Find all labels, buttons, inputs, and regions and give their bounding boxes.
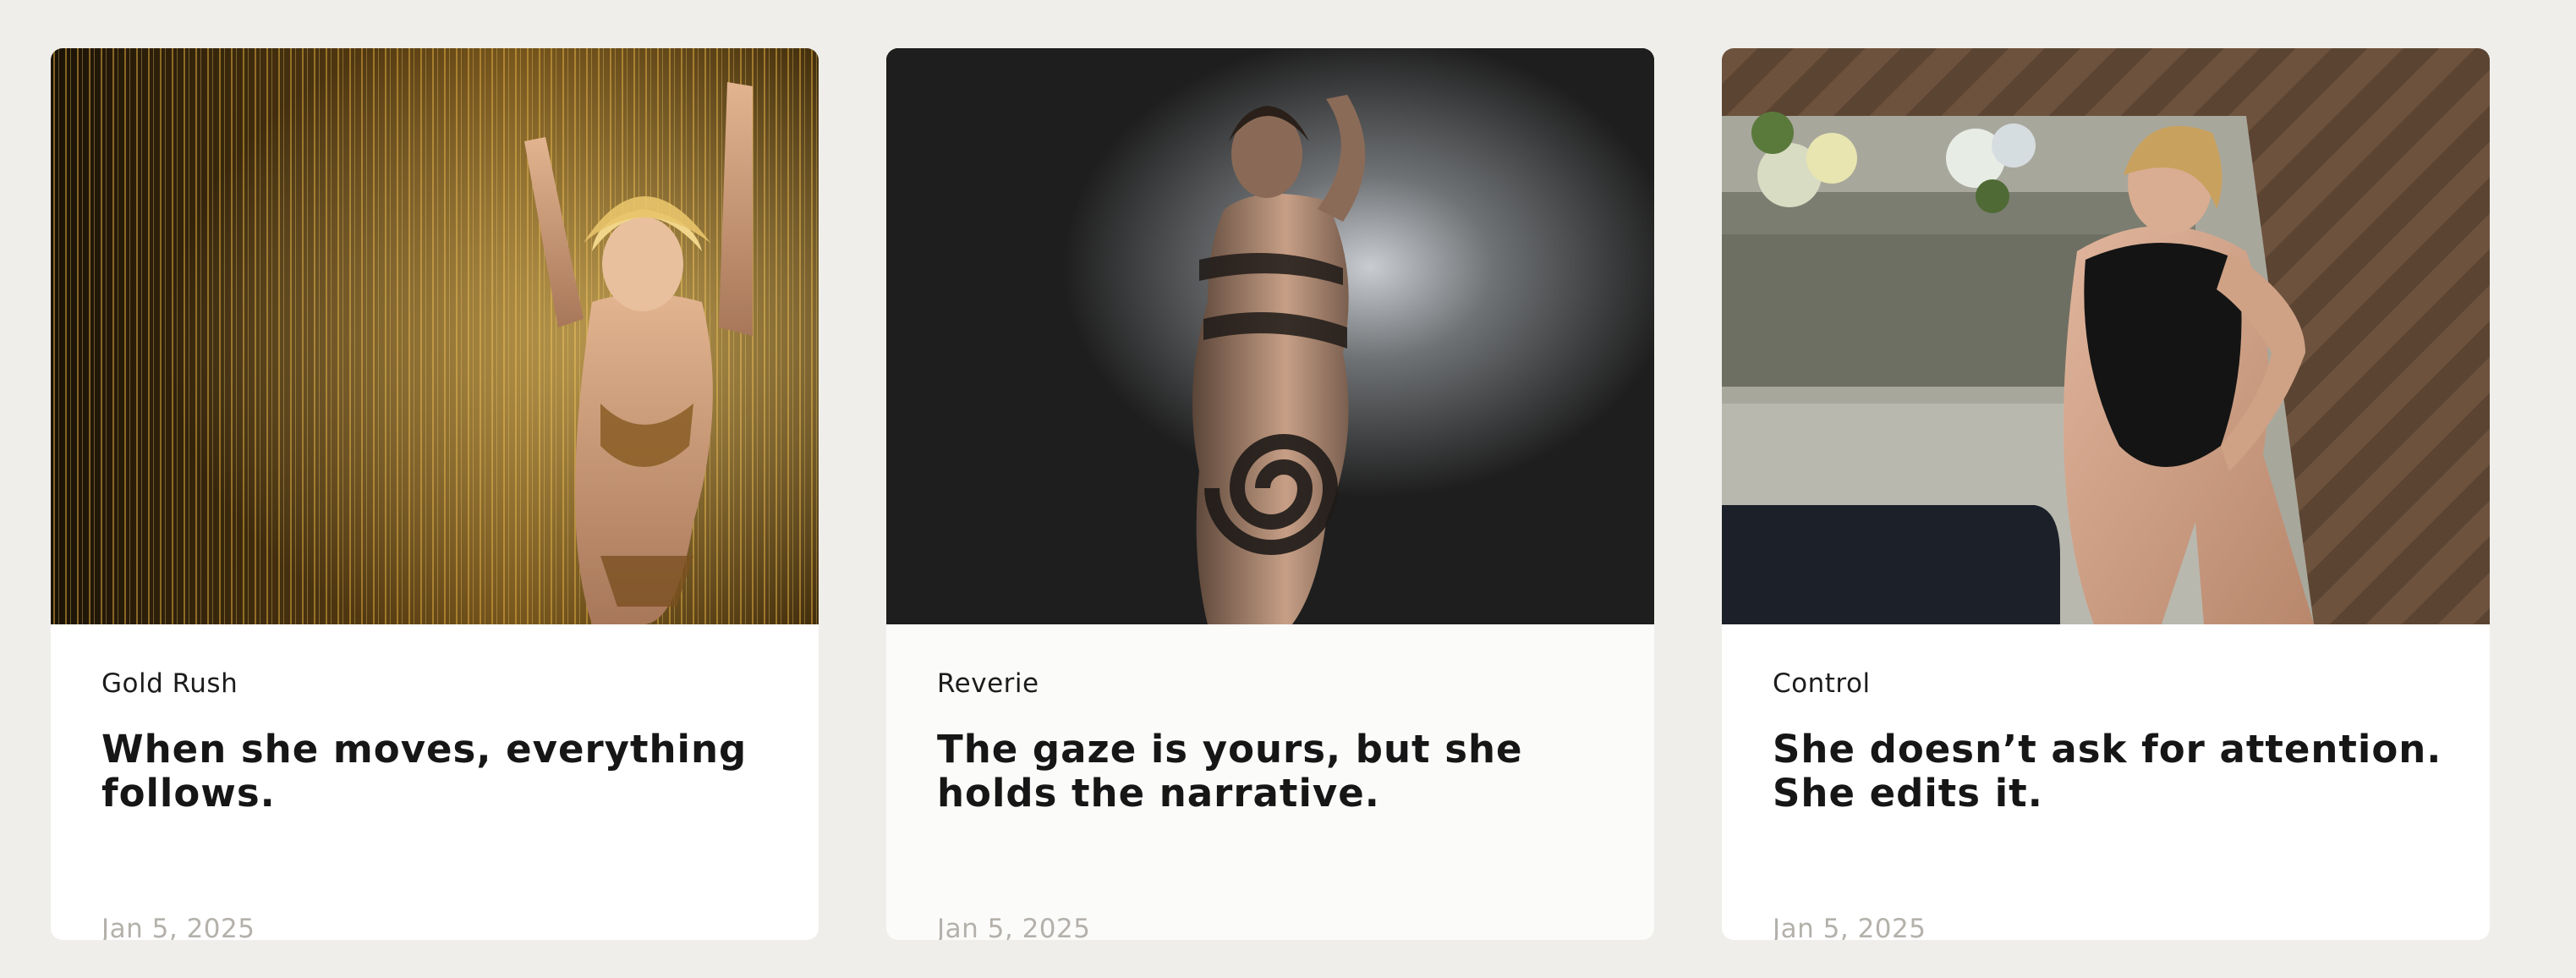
post-date: Jan 5, 2025: [937, 914, 1091, 940]
post-category: Reverie: [937, 668, 1039, 699]
post-date: Jan 5, 2025: [101, 914, 255, 940]
photo-gold-curtain-icon: [51, 48, 819, 624]
post-image-gold-rush[interactable]: [51, 48, 819, 624]
post-category: Gold Rush: [101, 668, 238, 699]
post-date: Jan 5, 2025: [1773, 914, 1927, 940]
post-headline[interactable]: She doesn’t ask for attention. She edits…: [1773, 728, 2449, 816]
post-card-gold-rush[interactable]: Gold Rush When she moves, everything fol…: [51, 48, 819, 940]
post-card-reverie[interactable]: Reverie The gaze is yours, but she holds…: [886, 48, 1654, 940]
post-headline[interactable]: When she moves, everything follows.: [101, 728, 778, 816]
photo-black-bodysuit-icon: [1722, 48, 2490, 624]
post-image-control[interactable]: [1722, 48, 2490, 624]
post-card-control[interactable]: Control She doesn’t ask for attention. S…: [1722, 48, 2490, 940]
photo-shadow-spiral-icon: [886, 48, 1654, 624]
post-image-reverie[interactable]: [886, 48, 1654, 624]
post-category: Control: [1773, 668, 1871, 699]
post-headline[interactable]: The gaze is yours, but she holds the nar…: [937, 728, 1614, 816]
